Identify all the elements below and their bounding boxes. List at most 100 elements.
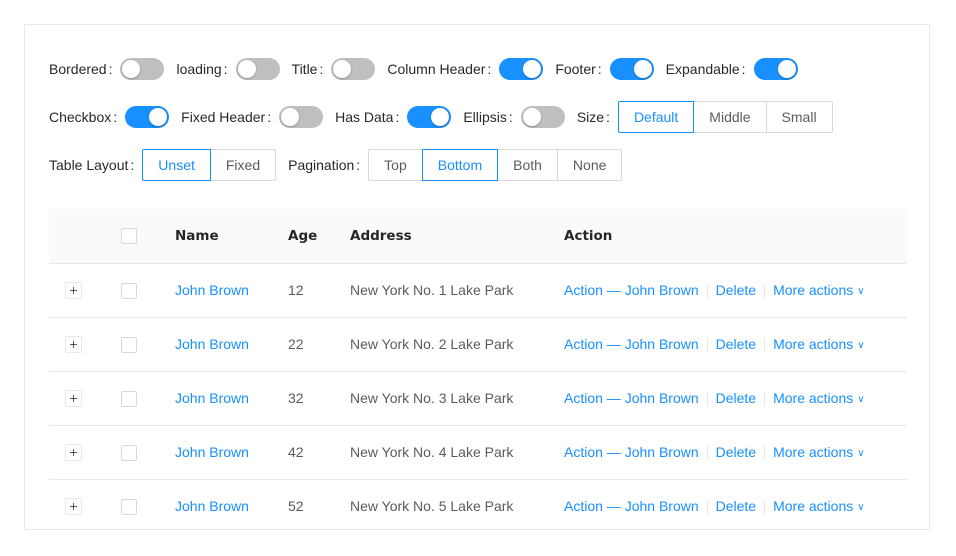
delete-link[interactable]: Delete (716, 282, 756, 298)
address-cell: New York No. 1 Lake Park (350, 263, 564, 318)
footer-label-colon: : (597, 61, 602, 77)
expand-row-button[interactable] (65, 497, 82, 515)
expand-row-button[interactable] (65, 281, 82, 299)
table-layout-option-unset[interactable]: Unset (142, 149, 211, 181)
action-link[interactable]: Action — John Brown (564, 498, 699, 514)
row-checkbox[interactable] (121, 498, 137, 515)
name-cell: John Brown (175, 425, 288, 480)
has-data-field: Has Data: (335, 106, 452, 128)
table-layout-radio-group: Unset Fixed (142, 149, 277, 181)
fixed-header-label-colon: : (267, 109, 272, 125)
expandable-label-text: Expandable (665, 61, 740, 77)
pagination-option-none[interactable]: None (557, 149, 623, 181)
checkbox-label: Checkbox: (49, 109, 125, 125)
select-all-checkbox[interactable] (121, 227, 137, 244)
name-link[interactable]: John Brown (175, 282, 249, 298)
footer-switch[interactable] (609, 58, 654, 80)
pagination-radio-group: Top Bottom Both None (368, 149, 623, 181)
has-data-switch[interactable] (407, 106, 452, 128)
address-cell: New York No. 4 Lake Park (350, 425, 564, 480)
size-option-middle[interactable]: Middle (694, 101, 767, 133)
table-layout-label: Table Layout: (49, 157, 142, 173)
footer-label: Footer: (555, 61, 609, 77)
action-divider (764, 338, 766, 353)
row-checkbox[interactable] (121, 336, 137, 353)
name-link[interactable]: John Brown (175, 390, 249, 406)
size-option-default[interactable]: Default (617, 101, 695, 133)
has-data-label-colon: : (395, 109, 400, 125)
fixed-header-label-text: Fixed Header (181, 109, 266, 125)
column-header-field: Column Header: (387, 58, 544, 80)
bordered-switch[interactable] (120, 58, 165, 80)
name-link[interactable]: John Brown (175, 444, 249, 460)
more-actions-dropdown[interactable]: More actions ∨ (773, 498, 864, 514)
footer-field: Footer: (555, 58, 654, 80)
column-header-address: Address (350, 209, 564, 264)
more-actions-dropdown[interactable]: More actions ∨ (773, 336, 864, 352)
action-link[interactable]: Action — John Brown (564, 282, 699, 298)
size-label-text: Size (576, 109, 605, 125)
name-cell: John Brown (175, 371, 288, 426)
controls-row-3: Table Layout: Unset Fixed Pagination: Top Bot… (49, 149, 634, 181)
action-cell: Action — John Brown Delete More actions ∨ (564, 425, 907, 480)
more-actions-dropdown[interactable]: More actions ∨ (773, 282, 864, 298)
delete-link[interactable]: Delete (716, 444, 756, 460)
select-cell (121, 263, 175, 318)
fixed-header-field: Fixed Header: (181, 106, 324, 128)
loading-switch[interactable] (235, 58, 280, 80)
action-divider (706, 446, 708, 461)
loading-label-colon: : (223, 61, 228, 77)
name-link[interactable]: John Brown (175, 336, 249, 352)
select-cell (121, 371, 175, 426)
more-actions-dropdown[interactable]: More actions ∨ (773, 444, 864, 460)
action-link[interactable]: Action — John Brown (564, 390, 699, 406)
expand-cell (49, 425, 121, 480)
size-option-small[interactable]: Small (766, 101, 833, 133)
pagination-option-both[interactable]: Both (498, 149, 558, 181)
ellipsis-switch-knob (522, 108, 541, 126)
table-row: John Brown 12 New York No. 1 Lake Park Acti… (49, 263, 907, 318)
expandable-switch-knob (777, 60, 796, 78)
title-switch[interactable] (331, 58, 376, 80)
fixed-header-switch[interactable] (279, 106, 324, 128)
expand-row-button[interactable] (65, 389, 82, 407)
more-actions-label: More actions (773, 443, 854, 460)
table-demo-card: Bordered: loading: Title: Column Header: Foo… (24, 24, 930, 530)
more-actions-dropdown[interactable]: More actions ∨ (773, 390, 864, 406)
action-divider (764, 392, 766, 407)
delete-link[interactable]: Delete (716, 498, 756, 514)
expand-column-header (49, 209, 121, 264)
row-checkbox[interactable] (121, 282, 137, 299)
action-divider (764, 446, 766, 461)
expand-row-button[interactable] (65, 443, 82, 461)
bordered-field: Bordered: (49, 58, 165, 80)
row-checkbox[interactable] (121, 390, 137, 407)
action-link[interactable]: Action — John Brown (564, 444, 699, 460)
table-row: John Brown 42 New York No. 4 Lake Park Acti… (49, 425, 907, 480)
checkbox-label-colon: : (113, 109, 118, 125)
address-cell: New York No. 5 Lake Park (350, 479, 564, 529)
select-cell (121, 479, 175, 529)
pagination-label-text: Pagination (288, 157, 355, 173)
ellipsis-switch[interactable] (520, 106, 565, 128)
chevron-down-icon: ∨ (857, 501, 865, 513)
age-cell: 52 (288, 479, 350, 529)
expandable-switch[interactable] (753, 58, 798, 80)
name-cell: John Brown (175, 263, 288, 318)
title-field: Title: (292, 58, 376, 80)
row-checkbox[interactable] (121, 444, 137, 461)
checkbox-switch[interactable] (125, 106, 170, 128)
pagination-option-bottom[interactable]: Bottom (422, 149, 499, 181)
expand-row-button[interactable] (65, 335, 82, 353)
table-layout-option-fixed[interactable]: Fixed (210, 149, 277, 181)
action-link[interactable]: Action — John Brown (564, 336, 699, 352)
name-link[interactable]: John Brown (175, 498, 249, 514)
address-cell: New York No. 3 Lake Park (350, 371, 564, 426)
pagination-option-top[interactable]: Top (368, 149, 423, 181)
delete-link[interactable]: Delete (716, 390, 756, 406)
checkbox-field: Checkbox: (49, 106, 170, 128)
column-header-switch[interactable] (499, 58, 544, 80)
chevron-down-icon: ∨ (857, 285, 865, 297)
delete-link[interactable]: Delete (716, 336, 756, 352)
size-radio-group: Default Middle Small (617, 101, 833, 133)
